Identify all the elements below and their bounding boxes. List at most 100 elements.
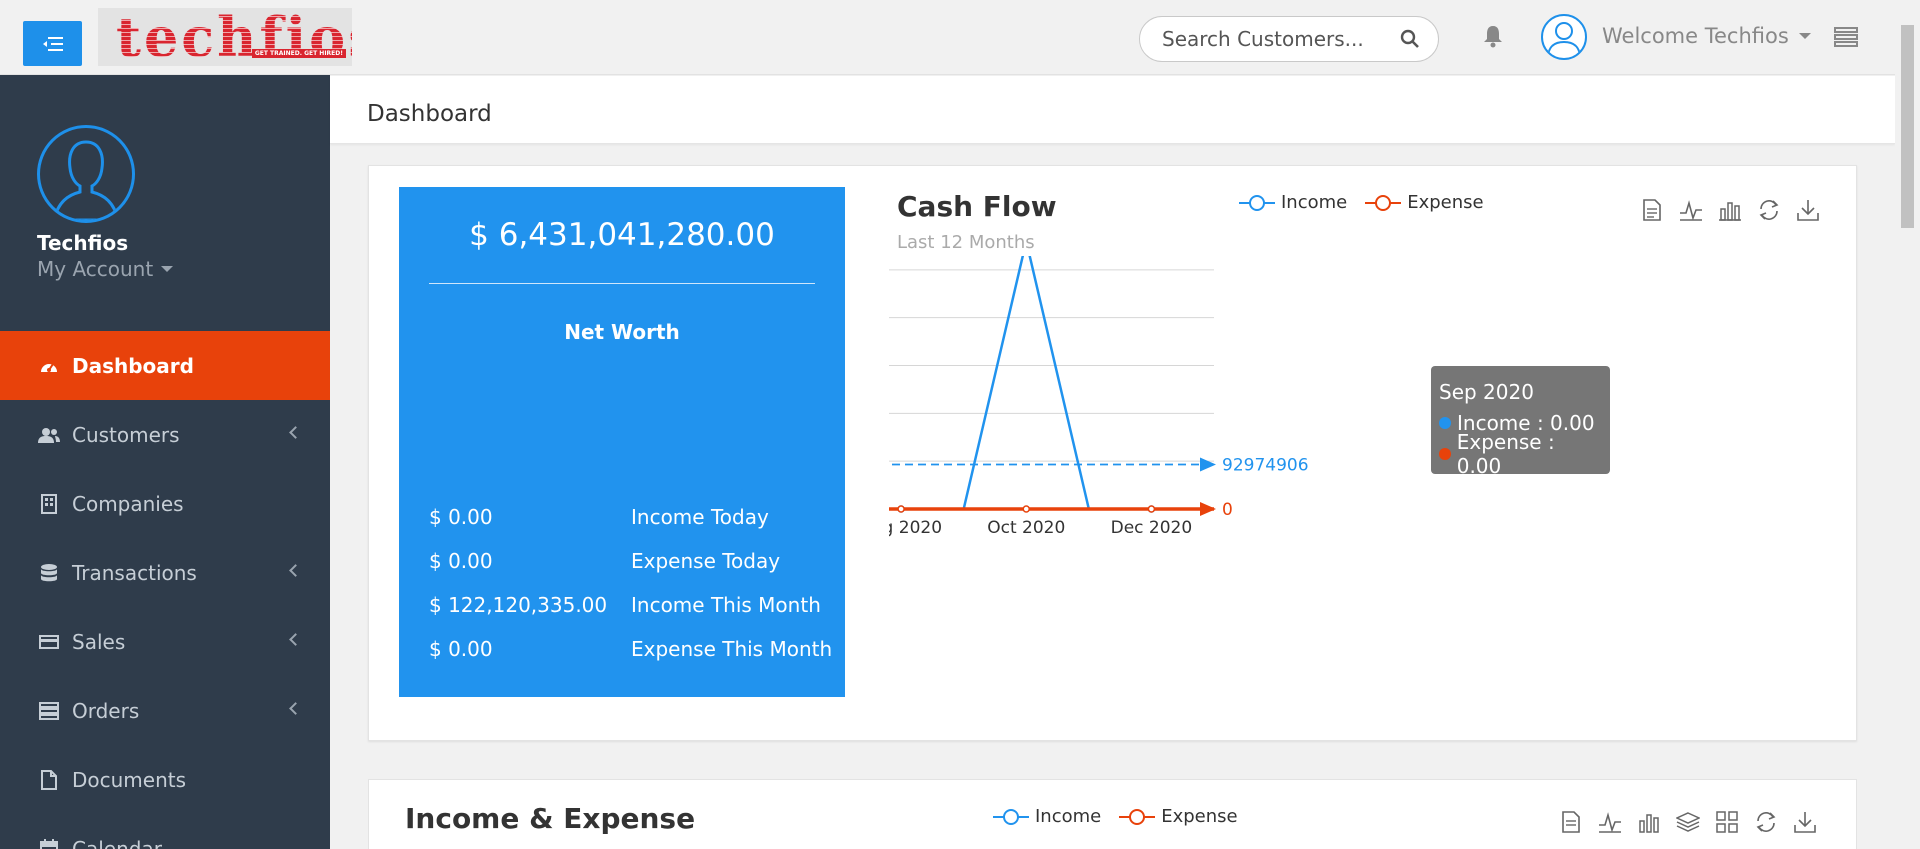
- logo-tagline: GET TRAINED. GET HIRED!: [251, 49, 346, 58]
- profile-avatar[interactable]: [37, 125, 135, 223]
- x-tick-label: Dec 2020: [1111, 518, 1193, 538]
- bar-chart-icon[interactable]: [1717, 197, 1742, 222]
- stat-label: Expense This Month: [631, 637, 833, 661]
- data-point-expense: [1147, 505, 1156, 513]
- download-icon[interactable]: [1795, 197, 1820, 222]
- legend-income[interactable]: Income: [993, 806, 1101, 827]
- income-marker-label: 92974906: [1222, 456, 1309, 476]
- tooltip-expense: Expense : 0.00: [1456, 429, 1555, 478]
- stat-value: $ 122,120,335.00: [429, 593, 608, 617]
- net-worth-card: $ 6,431,041,280.00 Net Worth $ 0.00 Inco…: [399, 187, 845, 697]
- data-view-icon[interactable]: [1639, 197, 1664, 222]
- sidebar-item-companies[interactable]: Companies: [0, 469, 330, 538]
- data-point-expense: [1022, 505, 1030, 513]
- legend-line-circle-icon: [1365, 194, 1402, 211]
- server-icon: [38, 701, 60, 721]
- cash-flow-chart[interactable]: 00,000,0000,000,0000,000,0000,000,0000,0…: [889, 256, 1829, 616]
- top-header: techfios GET TRAINED. GET HIRED! Welcome…: [0, 0, 1920, 75]
- my-account-dropdown[interactable]: My Account: [37, 257, 174, 281]
- page-title: Dashboard: [367, 101, 492, 127]
- calendar-icon: [38, 838, 60, 849]
- search-box: [1139, 16, 1439, 62]
- search-input[interactable]: [1162, 27, 1392, 51]
- page-scrollbar[interactable]: [1895, 0, 1920, 849]
- sidebar-item-customers[interactable]: Customers: [0, 400, 330, 469]
- sidebar-item-documents[interactable]: Documents: [0, 745, 330, 814]
- chevron-down-icon: [1798, 33, 1811, 39]
- tooltip-expense-row: Expense : 0.00: [1439, 430, 1602, 478]
- legend-line-circle-icon: [1119, 808, 1156, 825]
- chevron-left-icon: [289, 426, 302, 439]
- sidebar-item-calendar[interactable]: Calendar: [0, 814, 330, 849]
- sidebar-item-label: Orders: [72, 698, 140, 723]
- chart-legend: Income Expense: [1239, 192, 1484, 213]
- notification-bell-icon[interactable]: [1482, 24, 1504, 52]
- user-avatar[interactable]: [1541, 14, 1587, 60]
- sidebar-item-dashboard[interactable]: Dashboard: [0, 331, 330, 400]
- sidebar-toggle-button[interactable]: [23, 21, 82, 66]
- cash-flow-title: Cash Flow: [897, 190, 1057, 223]
- user-silhouette-icon: [52, 140, 120, 220]
- line-chart-icon[interactable]: [1597, 809, 1622, 834]
- income-dot-icon: [1439, 416, 1451, 429]
- data-view-icon[interactable]: [1558, 809, 1583, 834]
- sidebar-nav: Dashboard Customers Companies Transactio…: [0, 331, 330, 849]
- refresh-icon[interactable]: [1756, 197, 1781, 222]
- refresh-icon[interactable]: [1753, 809, 1778, 834]
- search-icon[interactable]: [1400, 29, 1420, 49]
- chevron-left-icon: [289, 633, 302, 646]
- legend-line-circle-icon: [993, 808, 1029, 825]
- stat-label: Expense Today: [631, 549, 781, 573]
- x-tick-label: Oct 2020: [987, 518, 1065, 538]
- sidebar-item-transactions[interactable]: Transactions: [0, 538, 330, 607]
- techfios-logo[interactable]: techfios GET TRAINED. GET HIRED!: [98, 8, 379, 66]
- net-worth-amount: $ 6,431,041,280.00: [469, 217, 775, 253]
- legend-expense[interactable]: Expense: [1119, 806, 1238, 827]
- stat-value: $ 0.00: [429, 505, 493, 529]
- stack-icon[interactable]: [1675, 809, 1700, 834]
- chevron-down-icon: [161, 266, 174, 272]
- dashboard-icon: [38, 356, 60, 376]
- chevron-left-icon: [289, 702, 302, 715]
- series-line-income: [889, 256, 1214, 511]
- welcome-text: Welcome Techfios: [1602, 24, 1789, 48]
- net-worth-label: Net Worth: [564, 320, 680, 344]
- sidebar-item-label: Companies: [72, 491, 184, 516]
- user-menu[interactable]: Welcome Techfios: [1602, 24, 1811, 48]
- dashboard-panel: $ 6,431,041,280.00 Net Worth $ 0.00 Inco…: [368, 165, 1857, 741]
- bar-chart-icon[interactable]: [1636, 809, 1661, 834]
- scrollbar-thumb[interactable]: [1901, 25, 1914, 228]
- sidebar-item-sales[interactable]: Sales: [0, 607, 330, 676]
- divider: [429, 283, 815, 284]
- stat-row: $ 0.00 Expense Today: [429, 549, 839, 593]
- line-chart-icon[interactable]: [1678, 197, 1703, 222]
- data-point-expense: [897, 505, 905, 513]
- legend-income[interactable]: Income: [1239, 192, 1347, 213]
- my-account-label: My Account: [37, 257, 154, 281]
- legend-label: Expense: [1407, 192, 1484, 213]
- legend-label: Income: [1035, 806, 1102, 827]
- file-icon: [38, 769, 60, 790]
- stat-label: Income Today: [631, 505, 769, 529]
- sidebar-item-orders[interactable]: Orders: [0, 676, 330, 745]
- stat-value: $ 0.00: [429, 637, 493, 661]
- sidebar-item-label: Transactions: [72, 560, 197, 585]
- user-silhouette-icon: [1547, 22, 1581, 58]
- menu-collapse-icon: [42, 36, 63, 51]
- sidebar-item-label: Calendar: [72, 836, 162, 849]
- chart-legend: Income Expense: [993, 806, 1238, 827]
- database-icon: [38, 563, 60, 583]
- list-menu-icon[interactable]: [1834, 27, 1858, 51]
- stat-value: $ 0.00: [429, 549, 493, 573]
- expense-marker-arrow: [1200, 502, 1216, 516]
- download-icon[interactable]: [1792, 809, 1817, 834]
- chart-toolbox: [1639, 197, 1820, 222]
- chevron-left-icon: [289, 564, 302, 577]
- stat-label: Income This Month: [631, 593, 821, 617]
- chart-toolbox: [1558, 809, 1817, 834]
- page-title-bar: Dashboard: [330, 76, 1895, 144]
- legend-expense[interactable]: Expense: [1365, 192, 1484, 213]
- sidebar: Techfios My Account Dashboard Customers …: [0, 75, 330, 849]
- stat-row: $ 0.00 Expense This Month: [429, 637, 839, 681]
- tiled-icon[interactable]: [1714, 809, 1739, 834]
